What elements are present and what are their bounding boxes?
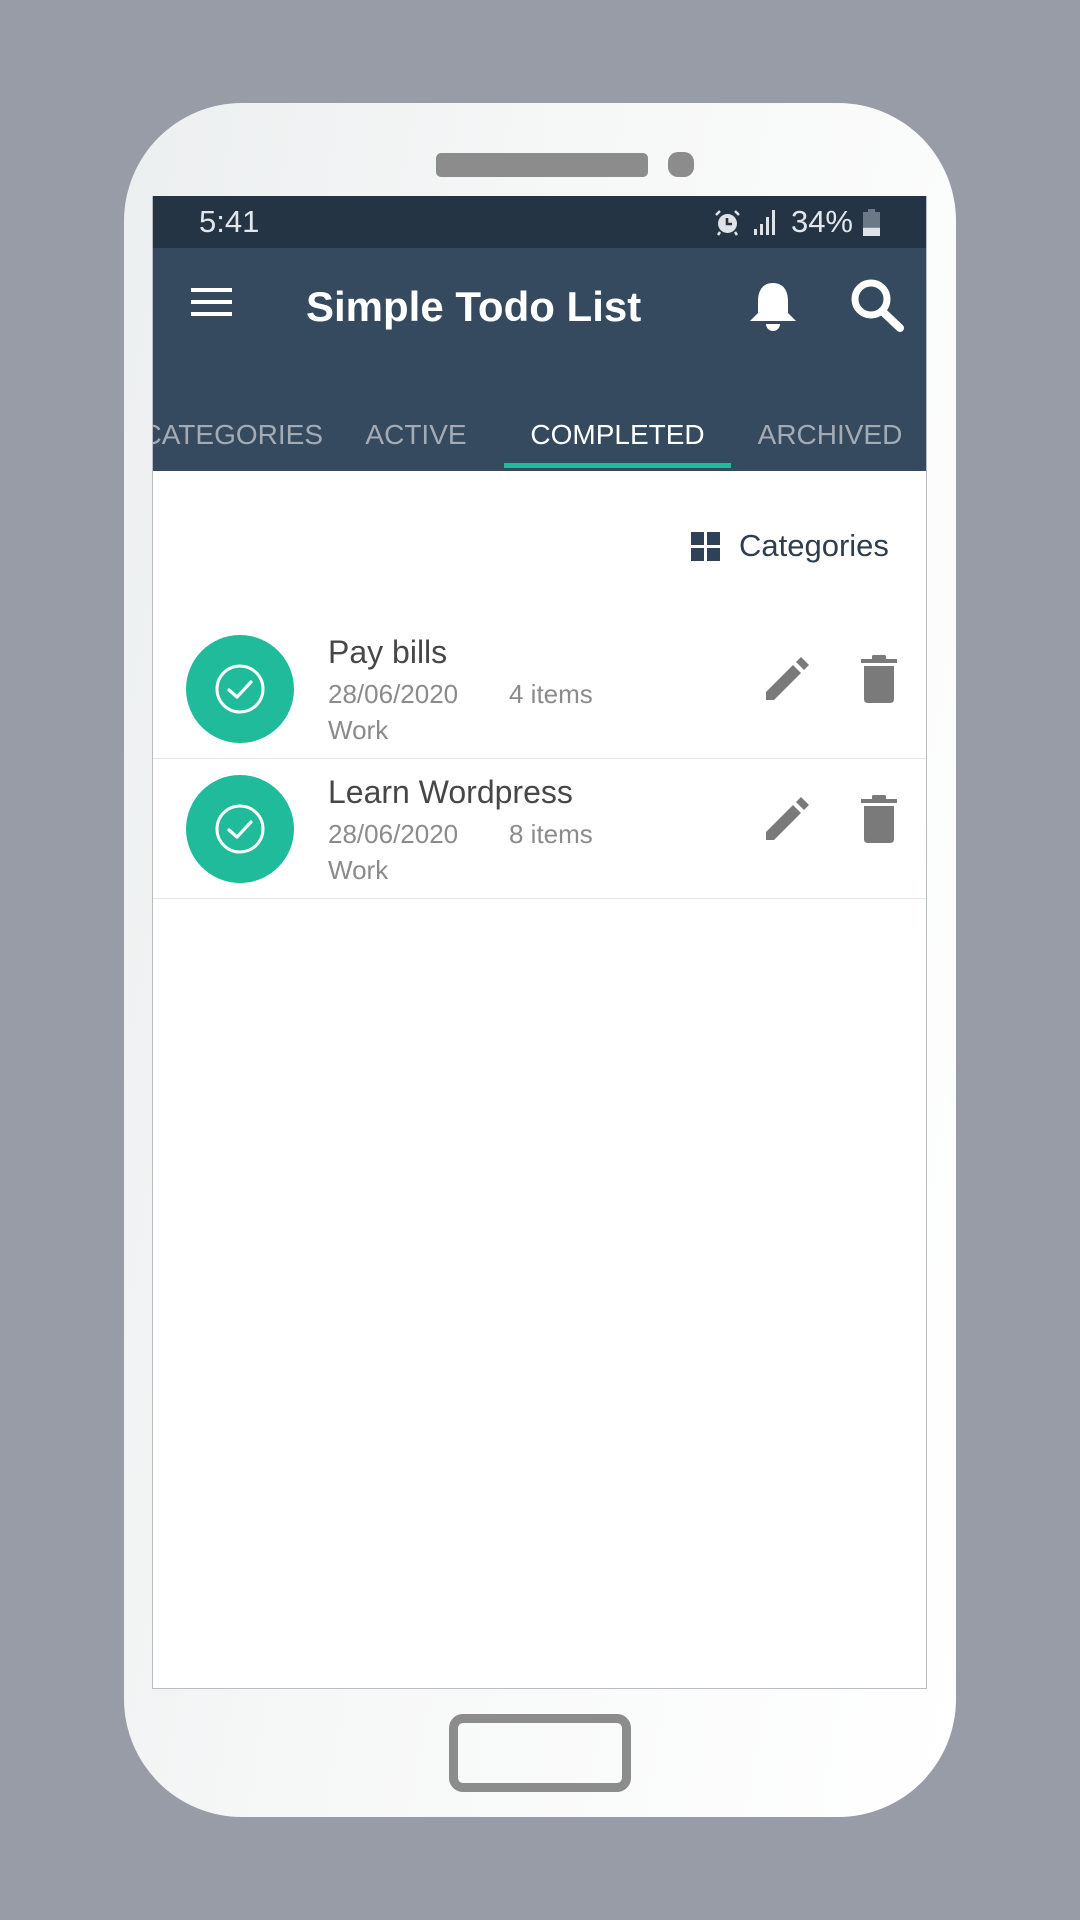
todo-title: Pay bills xyxy=(328,634,448,670)
tab-active[interactable]: ACTIVE xyxy=(356,398,476,471)
search-icon[interactable] xyxy=(849,278,905,332)
check-circle-icon[interactable] xyxy=(186,635,294,743)
phone-screen: 5:41 34% Simple Todo List CATEGORIES ACT… xyxy=(152,196,927,1689)
todo-category: Work xyxy=(328,715,389,745)
todo-item[interactable]: Learn Wordpress 28/06/2020 8 items Work xyxy=(153,759,926,899)
todo-title: Learn Wordpress xyxy=(328,774,573,810)
edit-icon[interactable] xyxy=(764,656,810,702)
tab-archived[interactable]: ARCHIVED xyxy=(749,398,911,471)
status-icons: 34% xyxy=(714,204,880,239)
notifications-bell-icon[interactable] xyxy=(746,281,800,331)
home-button[interactable] xyxy=(449,1714,631,1792)
app-bar: Simple Todo List CATEGORIES ACTIVE COMPL… xyxy=(153,248,926,471)
phone-camera xyxy=(668,152,694,177)
status-time: 5:41 xyxy=(199,204,260,239)
tab-categories[interactable]: CATEGORIES xyxy=(153,398,323,471)
check-circle-icon[interactable] xyxy=(186,775,294,883)
todo-date: 28/06/2020 xyxy=(328,819,459,849)
signal-icon xyxy=(753,209,777,235)
active-tab-indicator xyxy=(504,463,731,468)
menu-icon[interactable] xyxy=(191,288,233,320)
grid-icon xyxy=(691,531,720,561)
categories-button[interactable]: Categories xyxy=(691,530,889,562)
todo-item-count: 8 items xyxy=(509,819,593,849)
alarm-icon xyxy=(714,209,741,236)
todo-date: 28/06/2020 xyxy=(328,679,459,709)
todo-item[interactable]: Pay bills 28/06/2020 4 items Work xyxy=(153,619,926,759)
tab-completed[interactable]: COMPLETED xyxy=(504,398,731,471)
trash-icon[interactable] xyxy=(861,655,897,703)
app-title: Simple Todo List xyxy=(306,283,642,330)
todo-list: Pay bills 28/06/2020 4 items Work Learn … xyxy=(153,619,926,899)
battery-percent: 34% xyxy=(790,204,853,239)
edit-icon[interactable] xyxy=(764,796,810,842)
status-bar: 5:41 34% xyxy=(153,196,926,248)
trash-icon[interactable] xyxy=(861,795,897,843)
categories-label: Categories xyxy=(739,528,889,563)
tab-bar: CATEGORIES ACTIVE COMPLETED ARCHIVED xyxy=(153,398,926,471)
todo-category: Work xyxy=(328,855,389,885)
phone-speaker xyxy=(436,153,648,177)
todo-item-count: 4 items xyxy=(509,679,593,709)
battery-icon xyxy=(863,208,880,236)
